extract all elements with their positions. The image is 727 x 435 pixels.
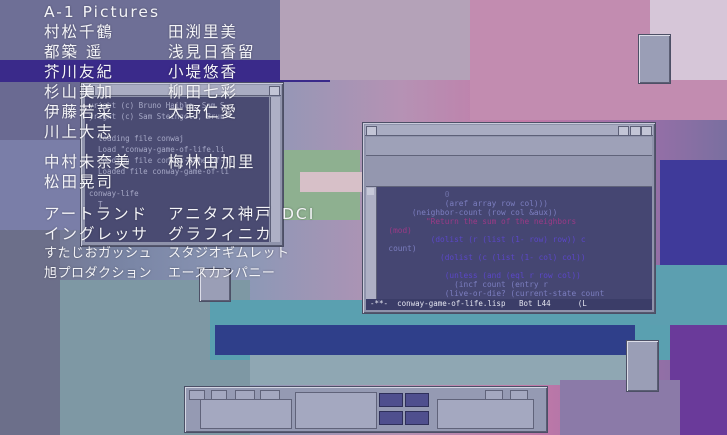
- credit-name: 梅林由加里: [168, 153, 256, 171]
- iconified-window[interactable]: [638, 34, 671, 84]
- credit-name: エースカンパニー: [168, 266, 276, 281]
- credit-name: 村松千鶴: [44, 23, 115, 41]
- code-line: (dolist (c (list (1- col) col)): [379, 253, 586, 262]
- tool-bar[interactable]: [366, 156, 652, 187]
- credit-name: アートランド: [44, 205, 149, 223]
- desktop-stage: yright (c) Bruno Haible, Sam Syright (c)…: [0, 0, 727, 435]
- maximize-button[interactable]: [630, 126, 641, 136]
- menu-bar[interactable]: [366, 137, 652, 156]
- iconified-window[interactable]: [626, 340, 659, 392]
- emacs-titlebar[interactable]: [365, 125, 653, 136]
- credit-name: 伊藤若菜: [44, 103, 115, 121]
- panel-slot[interactable]: [200, 399, 292, 429]
- scroll-up-arrow[interactable]: [367, 188, 374, 195]
- pager-cell[interactable]: [405, 393, 429, 407]
- maximize-button[interactable]: [269, 86, 280, 96]
- pager-cell[interactable]: [379, 411, 403, 425]
- minimize-button[interactable]: [618, 126, 629, 136]
- credit-name: 都築 遥: [44, 43, 104, 61]
- credit-name: 杉山美加: [44, 83, 115, 101]
- credit-name: アニタス神戸: [168, 205, 273, 223]
- glitch-block: [560, 380, 680, 435]
- glitch-block: [650, 265, 727, 325]
- workspace-pager[interactable]: [377, 391, 433, 428]
- credit-name: 田渕里美: [168, 23, 239, 41]
- studio-name: A-1 Pictures: [44, 3, 161, 21]
- credit-name: 旭プロダクション: [44, 266, 153, 281]
- glitch-block: [280, 0, 470, 80]
- close-button[interactable]: [641, 126, 652, 136]
- glitch-block: [300, 172, 370, 192]
- code-line: (live-or-die? (current-state count: [379, 289, 605, 298]
- panel-slot[interactable]: [437, 399, 534, 429]
- mode-line-text: -**- conway-game-of-life.lisp Bot L44 (L: [370, 299, 587, 308]
- credit-name: 松田晃司: [44, 173, 115, 191]
- credit-name: 中村未奈美: [44, 153, 132, 171]
- window-menu-button[interactable]: [366, 126, 377, 136]
- editor-buffer[interactable]: 0 (aref array row col))) (neighbor-count…: [377, 187, 652, 299]
- pager-panel[interactable]: [184, 386, 548, 433]
- credit-name: すたじおガッシュ: [44, 246, 153, 261]
- pager-cell[interactable]: [379, 393, 403, 407]
- emacs-window[interactable]: 0 (aref array row col))) (neighbor-count…: [362, 122, 656, 314]
- panel-slot[interactable]: [295, 392, 377, 429]
- credit-name: 芥川友紀: [44, 63, 115, 81]
- credit-name: 小堤悠香: [168, 63, 239, 81]
- credit-name: DCI: [282, 205, 316, 223]
- credit-name: 浅見日香留: [168, 43, 256, 61]
- pager-cell[interactable]: [405, 411, 429, 425]
- credit-name: グラフィニカ: [168, 225, 273, 243]
- credit-name: 川上大志: [44, 123, 115, 141]
- glitch-block: [660, 160, 727, 270]
- credit-name: イングレッサ: [44, 225, 150, 243]
- credit-name: 柳田七彩: [168, 83, 239, 101]
- credit-name: 大野仁愛: [168, 103, 239, 121]
- credit-name: スタジオギムレット: [168, 246, 290, 261]
- editor-scrollbar[interactable]: [366, 187, 377, 299]
- mode-line: -**- conway-game-of-life.lisp Bot L44 (L: [366, 299, 652, 310]
- glitch-block: [215, 325, 635, 355]
